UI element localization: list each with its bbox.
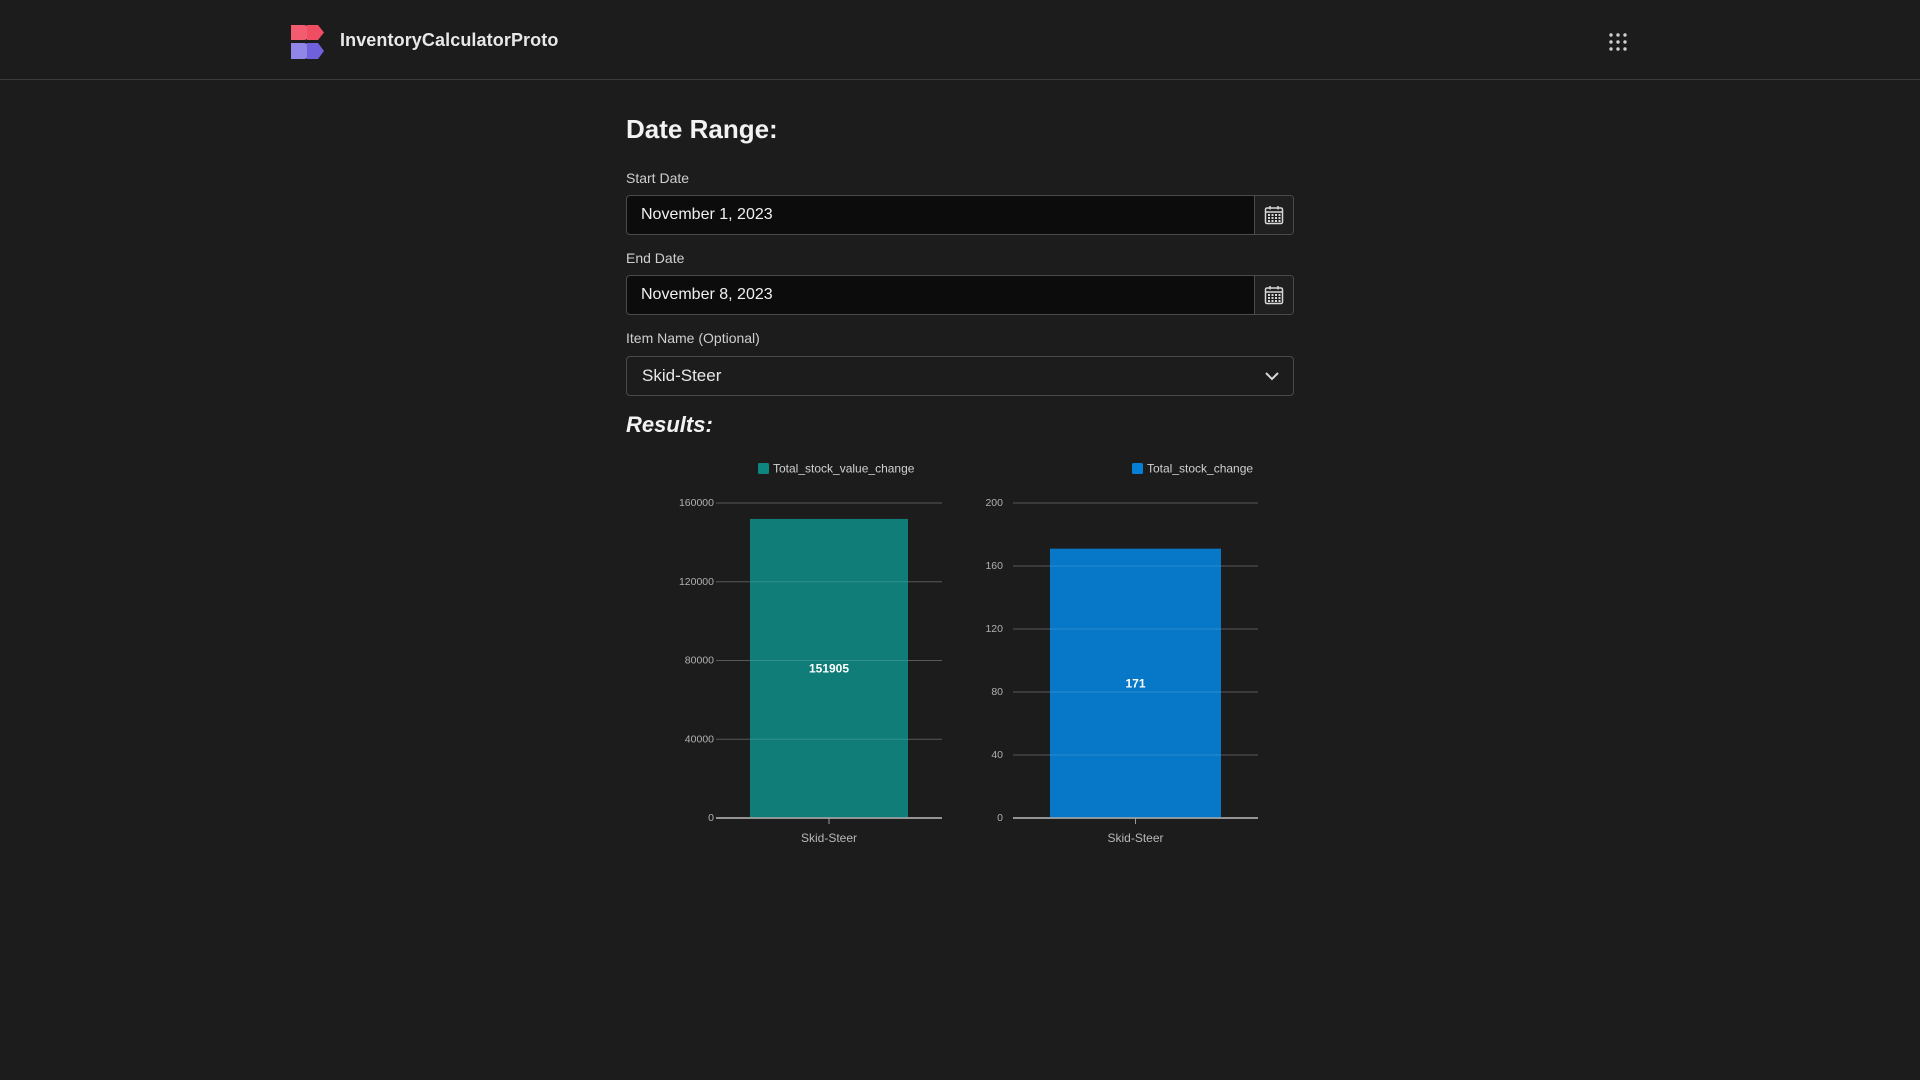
y-tick-label: 80	[991, 686, 1003, 698]
end-date-calendar-button[interactable]	[1254, 276, 1293, 314]
start-date-input[interactable]	[627, 196, 1254, 234]
start-date-label: Start Date	[626, 170, 690, 186]
top-bar: InventoryCalculatorProto	[0, 0, 1920, 80]
item-name-label: Item Name (Optional)	[626, 330, 760, 346]
y-tick-label: 40	[991, 749, 1003, 761]
y-tick-label: 0	[997, 812, 1003, 824]
y-tick-label: 80000	[685, 655, 714, 667]
chevron-down-icon	[1265, 371, 1279, 380]
item-name-value: Skid-Steer	[642, 366, 722, 385]
calendar-icon	[1264, 286, 1284, 305]
y-tick-label: 120	[985, 623, 1003, 635]
app-logo-icon[interactable]	[290, 23, 330, 61]
item-name-select[interactable]: Skid-Steer	[626, 356, 1294, 396]
legend-label: Total_stock_value_change	[773, 462, 915, 476]
y-tick-label: 40000	[685, 733, 714, 745]
start-date-field	[626, 195, 1294, 235]
y-tick-label: 200	[985, 497, 1003, 509]
x-tick-label: Skid-Steer	[801, 831, 857, 845]
legend-swatch	[1132, 463, 1143, 474]
y-tick-label: 0	[708, 812, 714, 824]
data-label: 151905	[809, 661, 849, 675]
start-date-calendar-button[interactable]	[1254, 196, 1293, 234]
app-title: InventoryCalculatorProto	[340, 30, 559, 50]
stock-change-chart: Total_stock_change 0 40 80 120 160 200 171 Skid-…	[985, 462, 1258, 845]
legend-swatch	[758, 463, 769, 474]
end-date-input[interactable]	[627, 276, 1254, 314]
end-date-label: End Date	[626, 250, 685, 266]
stock-value-change-chart: Total_stock_value_change 0 40000 80000 12000…	[679, 462, 942, 845]
legend-label: Total_stock_change	[1147, 462, 1253, 476]
y-tick-label: 160000	[679, 497, 714, 509]
y-tick-label: 160	[985, 560, 1003, 572]
data-label: 171	[1125, 676, 1145, 690]
date-range-heading: Date Range:	[626, 114, 778, 144]
results-heading: Results:	[626, 412, 713, 437]
calendar-icon	[1264, 206, 1284, 225]
grid-icon[interactable]	[1608, 32, 1628, 52]
x-tick-label: Skid-Steer	[1107, 831, 1163, 845]
end-date-field	[626, 275, 1294, 315]
y-tick-label: 120000	[679, 576, 714, 588]
